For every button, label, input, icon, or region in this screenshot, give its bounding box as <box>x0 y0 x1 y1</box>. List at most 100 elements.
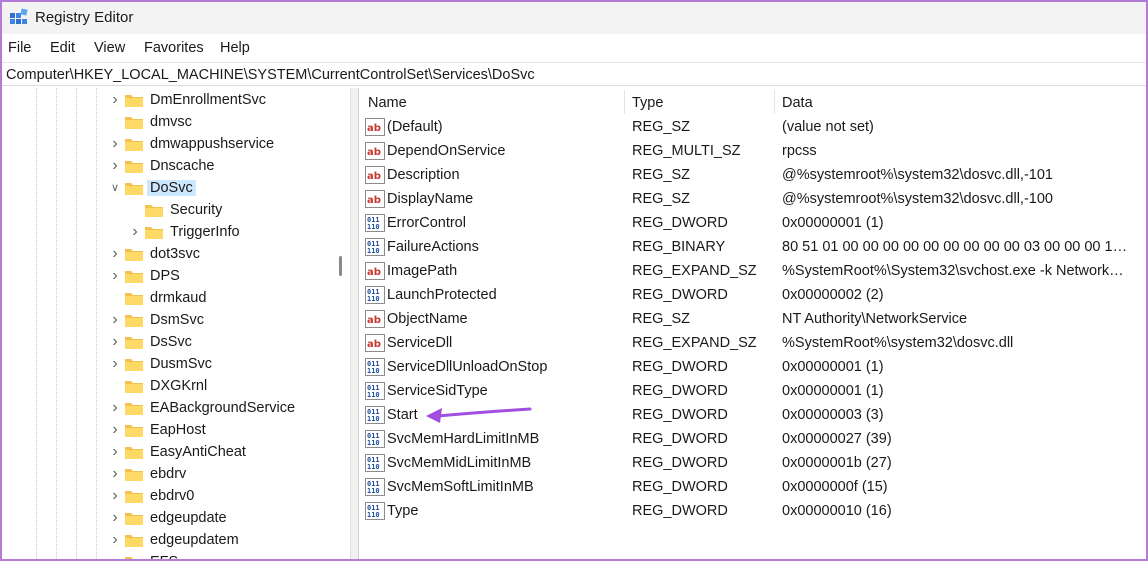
tree-item[interactable]: › DPS <box>2 265 332 287</box>
value-name: DisplayName <box>387 191 474 207</box>
chevron-right-icon[interactable]: › <box>110 400 120 416</box>
tree-item[interactable]: › EapHost <box>2 419 332 441</box>
chevron-right-icon[interactable]: › <box>110 466 120 482</box>
value-data: 0x0000001b (27) <box>782 455 892 471</box>
tree-item[interactable]: Security <box>2 199 332 221</box>
values-list-pane[interactable]: Name Type Data ab (Default) REG_SZ (value n… <box>360 88 1146 559</box>
folder-icon <box>124 93 144 108</box>
value-data: (value not set) <box>782 119 874 135</box>
chevron-right-icon[interactable]: › <box>110 532 120 548</box>
tree-item[interactable]: › EFS <box>2 551 332 560</box>
tree-item[interactable]: › ebdrv0 <box>2 485 332 507</box>
svg-text:ab: ab <box>367 339 381 350</box>
tree-item[interactable]: › edgeupdate <box>2 507 332 529</box>
value-row[interactable]: 011 110 SvcMemMidLimitInMB REG_DWORD 0x00000… <box>360 451 1146 475</box>
chevron-right-icon[interactable]: › <box>110 554 120 560</box>
menu-favorites[interactable]: Favorites <box>144 40 204 56</box>
title-bar[interactable]: Registry Editor <box>2 2 1146 34</box>
tree-item-label: ebdrv <box>150 466 187 482</box>
tree-scrollbar-thumb[interactable] <box>339 256 342 276</box>
chevron-right-icon[interactable]: › <box>130 224 140 240</box>
chevron-down-icon[interactable]: ∨ <box>110 182 120 194</box>
window-title: Registry Editor <box>35 9 134 26</box>
tree-item[interactable]: › Dnscache <box>2 155 332 177</box>
key-tree-pane[interactable]: › DmEnrollmentSvc dmvsc › dmwappushservice › D… <box>2 88 350 560</box>
tree-item[interactable]: › EABackgroundService <box>2 397 332 419</box>
tree-item[interactable]: drmkaud <box>2 287 332 309</box>
chevron-right-icon[interactable]: › <box>110 268 120 284</box>
chevron-right-icon[interactable]: › <box>110 356 120 372</box>
tree-item[interactable]: › DmEnrollmentSvc <box>2 89 332 111</box>
tree-item[interactable]: › dot3svc <box>2 243 332 265</box>
menu-help[interactable]: Help <box>220 40 250 56</box>
pane-splitter[interactable] <box>350 88 359 559</box>
svg-text:ab: ab <box>367 123 381 134</box>
chevron-right-icon[interactable]: › <box>110 488 120 504</box>
value-row[interactable]: ab ServiceDll REG_EXPAND_SZ %SystemRoot%\sy… <box>360 331 1146 355</box>
menu-edit[interactable]: Edit <box>50 40 75 56</box>
tree-item[interactable]: DXGKrnl <box>2 375 332 397</box>
tree-item[interactable]: ∨ DoSvc <box>2 177 332 199</box>
chevron-right-icon[interactable]: › <box>110 312 120 328</box>
chevron-right-icon[interactable]: › <box>110 422 120 438</box>
address-bar[interactable]: Computer\HKEY_LOCAL_MACHINE\SYSTEM\Curre… <box>2 62 1146 86</box>
tree-item-label: DmEnrollmentSvc <box>150 92 267 108</box>
string-value-icon: ab <box>365 118 385 136</box>
tree-item[interactable]: › edgeupdatem <box>2 529 332 551</box>
column-header-name[interactable]: Name <box>360 88 624 116</box>
tree-item-label: DPS <box>150 268 180 284</box>
menu-view[interactable]: View <box>94 40 125 56</box>
chevron-right-icon[interactable]: › <box>110 136 120 152</box>
tree-item[interactable]: › dmwappushservice <box>2 133 332 155</box>
value-name: ServiceDll <box>387 335 453 351</box>
chevron-right-icon[interactable]: › <box>110 158 120 174</box>
folder-icon <box>124 291 144 306</box>
tree-item-label: EABackgroundService <box>150 400 296 416</box>
value-row[interactable]: 011 110 ErrorControl REG_DWORD 0x00000001 (1… <box>360 211 1146 235</box>
menu-file[interactable]: File <box>8 40 31 56</box>
chevron-right-icon[interactable]: › <box>110 246 120 262</box>
chevron-right-icon[interactable]: › <box>110 334 120 350</box>
tree-item[interactable]: › DsmSvc <box>2 309 332 331</box>
folder-icon <box>124 181 144 196</box>
value-row[interactable]: ab DependOnService REG_MULTI_SZ rpcss <box>360 139 1146 163</box>
folder-icon <box>124 467 144 482</box>
address-path[interactable]: Computer\HKEY_LOCAL_MACHINE\SYSTEM\Curre… <box>6 67 535 83</box>
value-type: REG_SZ <box>632 119 691 135</box>
string-value-icon: ab <box>365 190 385 208</box>
value-type: REG_SZ <box>632 191 691 207</box>
value-name: (Default) <box>387 119 443 135</box>
tree-scrollbar[interactable] <box>334 88 348 559</box>
tree-item[interactable]: › ebdrv <box>2 463 332 485</box>
tree-item[interactable]: › DusmSvc <box>2 353 332 375</box>
value-name: SvcMemSoftLimitInMB <box>387 479 534 495</box>
column-header-type-label: Type <box>632 95 664 111</box>
tree-item[interactable]: dmvsc <box>2 111 332 133</box>
value-row[interactable]: ab DisplayName REG_SZ @%systemroot%\system3… <box>360 187 1146 211</box>
chevron-right-icon[interactable]: › <box>110 510 120 526</box>
value-row[interactable]: 011 110 FailureActions REG_BINARY 80 51 01 0… <box>360 235 1146 259</box>
value-row[interactable]: ab Description REG_SZ @%systemroot%\system3… <box>360 163 1146 187</box>
value-row[interactable]: 011 110 LaunchProtected REG_DWORD 0x00000002… <box>360 283 1146 307</box>
value-data: 0x00000001 (1) <box>782 215 884 231</box>
value-row[interactable]: ab ObjectName REG_SZ NT Authority\NetworkSe… <box>360 307 1146 331</box>
tree-item[interactable]: › DsSvc <box>2 331 332 353</box>
column-header-data[interactable]: Data <box>774 88 1146 116</box>
value-row[interactable]: 011 110 ServiceDllUnloadOnStop REG_DWORD 0x0… <box>360 355 1146 379</box>
value-data: @%systemroot%\system32\dosvc.dll,-100 <box>782 191 1053 207</box>
tree-item-label: ebdrv0 <box>150 488 195 504</box>
value-row[interactable]: 011 110 Type REG_DWORD 0x00000010 (16) <box>360 499 1146 523</box>
value-row[interactable]: ab (Default) REG_SZ (value not set) <box>360 115 1146 139</box>
value-row[interactable]: ab ImagePath REG_EXPAND_SZ %SystemRoot%\Sys… <box>360 259 1146 283</box>
value-type: REG_DWORD <box>632 359 728 375</box>
chevron-right-icon[interactable]: › <box>110 444 120 460</box>
chevron-right-icon[interactable]: › <box>110 92 120 108</box>
value-type: REG_EXPAND_SZ <box>632 335 757 351</box>
tree-item[interactable]: › TriggerInfo <box>2 221 332 243</box>
svg-text:ab: ab <box>367 171 381 182</box>
value-row[interactable]: 011 110 SvcMemSoftLimitInMB REG_DWORD 0x0000… <box>360 475 1146 499</box>
binary-value-icon: 011 110 <box>365 454 385 472</box>
column-header-type[interactable]: Type <box>624 88 774 116</box>
value-row[interactable]: 011 110 SvcMemHardLimitInMB REG_DWORD 0x0000… <box>360 427 1146 451</box>
tree-item[interactable]: › EasyAntiCheat <box>2 441 332 463</box>
